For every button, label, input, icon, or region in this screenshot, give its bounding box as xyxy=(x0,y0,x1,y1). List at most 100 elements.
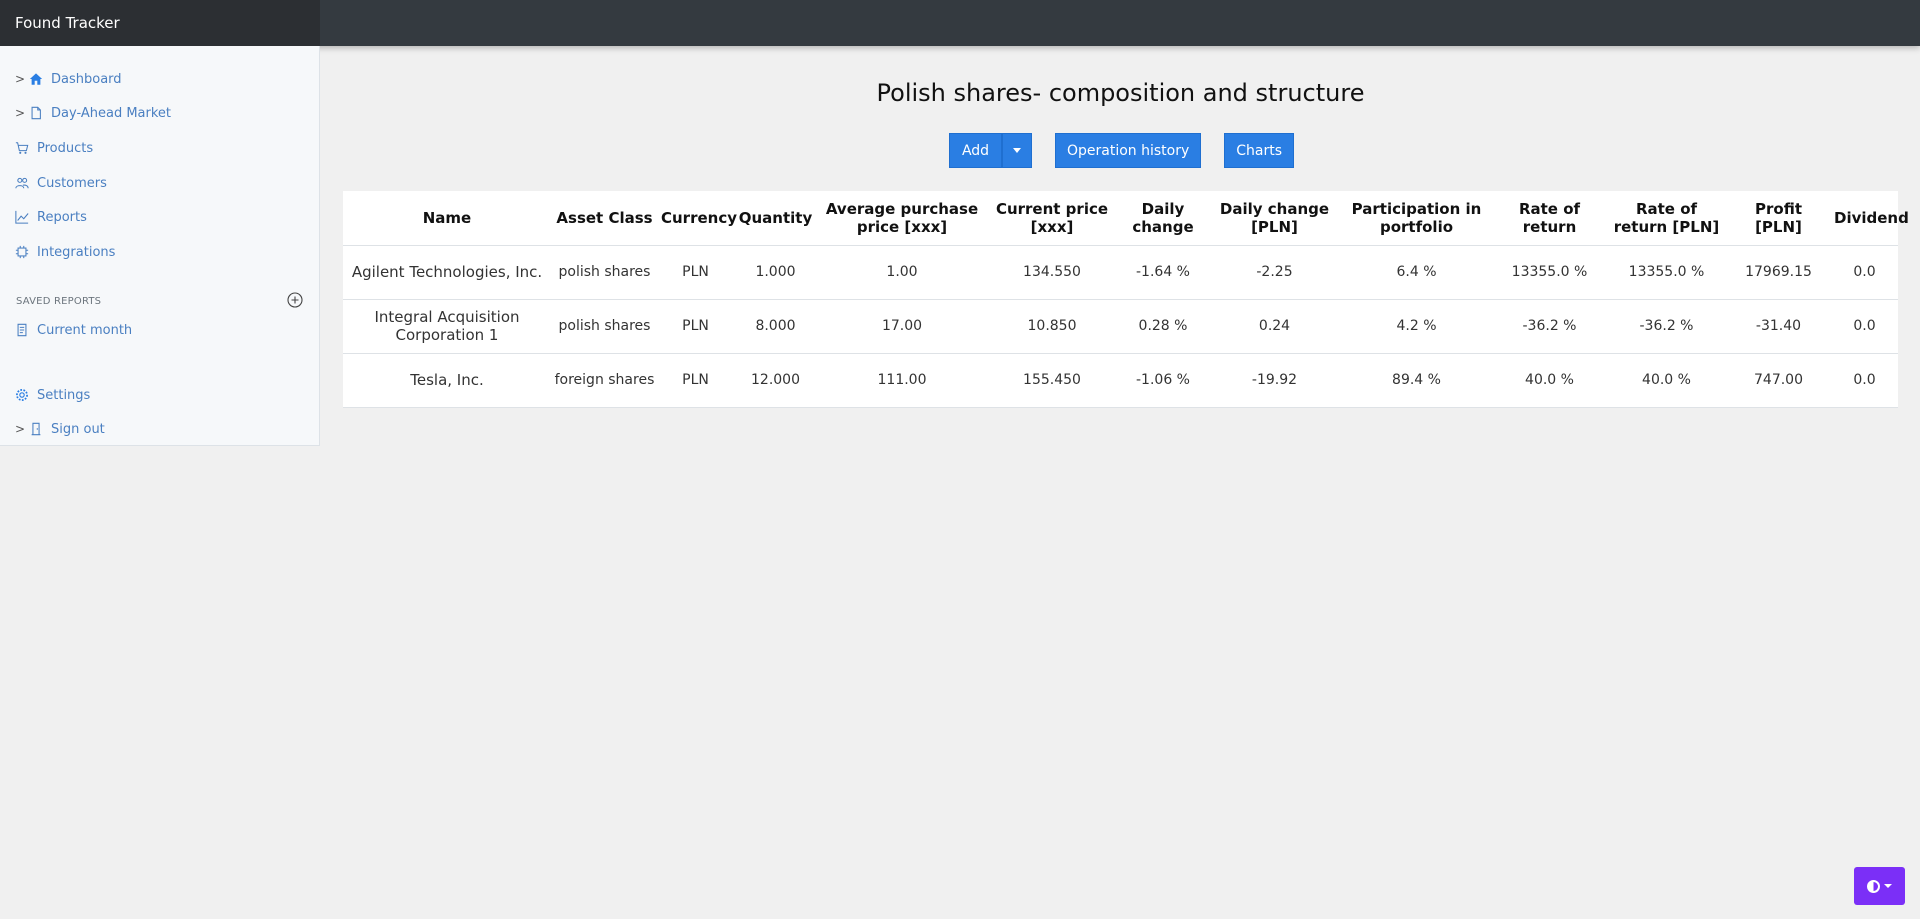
sidebar-item-label: Reports xyxy=(37,209,87,225)
chevron-right-icon: > xyxy=(15,72,26,86)
sidebar-item-label: Settings xyxy=(37,387,91,403)
caret-down-icon xyxy=(1884,884,1892,888)
house-icon xyxy=(29,72,43,86)
cpu-icon xyxy=(15,245,29,259)
sidebar-item-label: Dashboard xyxy=(51,71,122,87)
col-header-rate-of-return[interactable]: Rate of return xyxy=(1492,191,1607,246)
cell-rate-of-return: 40.0 % xyxy=(1492,353,1607,408)
sidebar-item-label: Customers xyxy=(37,175,107,191)
cell-daily-change-pln: 0.24 xyxy=(1208,299,1341,354)
sidebar-item-dashboard[interactable]: > Dashboard xyxy=(15,68,122,90)
theme-toggle-button[interactable] xyxy=(1854,867,1905,905)
table-row[interactable]: Tesla, Inc. foreign shares PLN 12.000 11… xyxy=(343,353,1898,408)
operation-history-button[interactable]: Operation history xyxy=(1055,133,1202,168)
col-header-currency[interactable]: Currency xyxy=(658,191,737,246)
sidebar-item-integrations[interactable]: Integrations xyxy=(15,241,115,263)
caret-down-icon xyxy=(1013,148,1021,153)
cart-icon xyxy=(15,141,29,155)
cell-quantity: 8.000 xyxy=(733,299,818,354)
chevron-right-icon: > xyxy=(15,422,26,436)
saved-reports-heading: SAVED REPORTS xyxy=(16,296,102,307)
col-header-name[interactable]: Name xyxy=(343,191,551,246)
col-header-asset-class[interactable]: Asset Class xyxy=(551,191,658,246)
col-header-daily-change-pln[interactable]: Daily change [PLN] xyxy=(1208,191,1341,246)
cell-quantity: 12.000 xyxy=(733,353,818,408)
cell-participation: 89.4 % xyxy=(1341,353,1492,408)
cell-asset-class: polish shares xyxy=(551,245,658,300)
cell-profit-pln: -31.40 xyxy=(1726,299,1831,354)
cell-daily-change-pln: -2.25 xyxy=(1208,245,1341,300)
file-icon xyxy=(29,106,43,120)
chart-line-icon xyxy=(15,210,29,224)
cell-daily-change: 0.28 % xyxy=(1118,299,1208,354)
cell-rate-of-return-pln: -36.2 % xyxy=(1607,299,1726,354)
cell-rate-of-return: 13355.0 % xyxy=(1492,245,1607,300)
charts-button[interactable]: Charts xyxy=(1224,133,1295,168)
sidebar-item-products[interactable]: Products xyxy=(15,137,93,159)
toolbar: Add Operation history Charts xyxy=(949,133,1295,168)
col-header-average-purchase-price[interactable]: Average purchase price [xxx] xyxy=(818,191,986,246)
cell-rate-of-return-pln: 40.0 % xyxy=(1607,353,1726,408)
sidebar-item-label: Sign out xyxy=(51,421,105,437)
cell-profit-pln: 747.00 xyxy=(1726,353,1831,408)
sidebar-item-sign-out[interactable]: > Sign out xyxy=(15,418,105,440)
cell-rate-of-return-pln: 13355.0 % xyxy=(1607,245,1726,300)
col-header-dividend[interactable]: Dividend xyxy=(1831,191,1909,246)
holdings-table: Name Asset Class Currency Quantity Avera… xyxy=(343,191,1909,408)
sidebar-item-label: Products xyxy=(37,140,94,156)
top-navbar: Found Tracker xyxy=(0,0,1920,46)
cell-participation: 4.2 % xyxy=(1341,299,1492,354)
col-header-daily-change[interactable]: Daily change xyxy=(1118,191,1208,246)
people-icon xyxy=(15,176,29,190)
sidebar-item-label: Day-Ahead Market xyxy=(51,105,172,121)
add-dropdown-toggle[interactable] xyxy=(1002,133,1032,168)
table-row[interactable]: Integral Acquisition Corporation 1 polis… xyxy=(343,299,1898,354)
sidebar-item-settings[interactable]: Settings xyxy=(15,384,90,406)
cell-asset-class: foreign shares xyxy=(551,353,658,408)
door-icon xyxy=(29,422,43,436)
cell-dividend: 0.0 xyxy=(1831,245,1898,300)
table-header-row: Name Asset Class Currency Quantity Avera… xyxy=(343,191,1909,246)
file-text-icon xyxy=(15,323,29,337)
cell-daily-change: -1.64 % xyxy=(1118,245,1208,300)
cell-daily-change: -1.06 % xyxy=(1118,353,1208,408)
col-header-rate-of-return-pln[interactable]: Rate of return [PLN] xyxy=(1607,191,1726,246)
cell-rate-of-return: -36.2 % xyxy=(1492,299,1607,354)
cell-current-price: 10.850 xyxy=(986,299,1118,354)
add-button[interactable]: Add xyxy=(949,133,1002,168)
app-brand[interactable]: Found Tracker xyxy=(0,0,320,46)
cell-average-purchase-price: 17.00 xyxy=(818,299,986,354)
cell-quantity: 1.000 xyxy=(733,245,818,300)
cell-profit-pln: 17969.15 xyxy=(1726,245,1831,300)
cell-name: Agilent Technologies, Inc. xyxy=(343,245,551,300)
cell-name: Integral Acquisition Corporation 1 xyxy=(343,299,551,354)
cell-participation: 6.4 % xyxy=(1341,245,1492,300)
col-header-participation[interactable]: Participation in portfolio xyxy=(1341,191,1492,246)
saved-report-current-month[interactable]: Current month xyxy=(15,319,132,341)
sidebar-item-customers[interactable]: Customers xyxy=(15,172,107,194)
col-header-quantity[interactable]: Quantity xyxy=(733,191,818,246)
add-saved-report-icon[interactable] xyxy=(287,292,303,308)
cell-daily-change-pln: -19.92 xyxy=(1208,353,1341,408)
sidebar-item-reports[interactable]: Reports xyxy=(15,206,87,228)
sidebar-item-label: Integrations xyxy=(37,244,116,260)
cell-dividend: 0.0 xyxy=(1831,353,1898,408)
cell-current-price: 155.450 xyxy=(986,353,1118,408)
table-row[interactable]: Agilent Technologies, Inc. polish shares… xyxy=(343,245,1898,300)
sidebar-item-day-ahead-market[interactable]: > Day-Ahead Market xyxy=(15,102,171,124)
cell-average-purchase-price: 111.00 xyxy=(818,353,986,408)
contrast-icon xyxy=(1867,879,1880,893)
col-header-current-price[interactable]: Current price [xxx] xyxy=(986,191,1118,246)
cell-currency: PLN xyxy=(658,353,733,408)
cell-asset-class: polish shares xyxy=(551,299,658,354)
cell-name: Tesla, Inc. xyxy=(343,353,551,408)
sidebar: > Dashboard > Day-Ahead Market Products … xyxy=(0,46,320,446)
cell-current-price: 134.550 xyxy=(986,245,1118,300)
col-header-profit-pln[interactable]: Profit [PLN] xyxy=(1726,191,1831,246)
page-title: Polish shares- composition and structure xyxy=(876,79,1365,107)
cell-currency: PLN xyxy=(658,245,733,300)
gear-icon xyxy=(15,388,29,402)
cell-dividend: 0.0 xyxy=(1831,299,1898,354)
add-split-button: Add xyxy=(949,133,1032,168)
cell-currency: PLN xyxy=(658,299,733,354)
